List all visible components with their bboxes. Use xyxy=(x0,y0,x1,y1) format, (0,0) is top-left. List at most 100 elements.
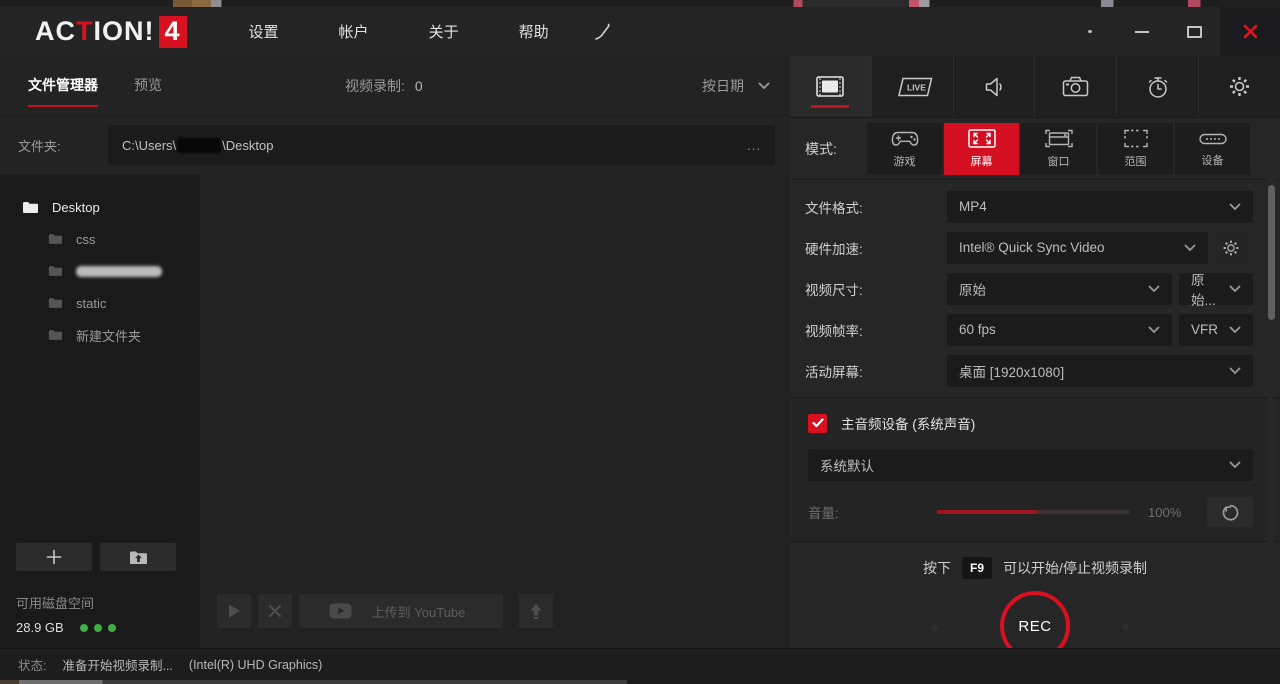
screen-icon xyxy=(967,128,997,149)
chevron-down-icon xyxy=(1148,326,1160,334)
file-format-select[interactable]: MP4 xyxy=(947,191,1253,223)
tab-live-streaming[interactable]: LIVE xyxy=(872,56,954,117)
menu-help[interactable]: 帮助 xyxy=(489,7,579,56)
tree-item-css[interactable]: css xyxy=(0,223,200,255)
left-dot xyxy=(931,624,938,631)
setting-row-video-size: 视频尺寸: 原始 原始... xyxy=(790,268,1280,309)
mode-window[interactable]: 窗口 xyxy=(1021,123,1096,175)
tab-screenshot[interactable] xyxy=(1035,56,1117,117)
tab-video-recording[interactable] xyxy=(790,56,872,117)
menu-about[interactable]: 关于 xyxy=(399,7,489,56)
playback-toolbar: 上传到 YouTube xyxy=(217,594,553,628)
gear-icon xyxy=(1222,239,1240,257)
video-size-select[interactable]: 原始 xyxy=(947,273,1172,305)
window-icon xyxy=(1044,128,1074,149)
folder-tree-panel: Desktop css static xyxy=(0,175,200,648)
active-screen-select[interactable]: 桌面 [1920x1080] xyxy=(947,355,1253,387)
menu-settings[interactable]: 设置 xyxy=(219,7,309,56)
path-suffix: \Desktop xyxy=(222,138,273,153)
mode-device[interactable]: 设备 xyxy=(1175,123,1250,175)
statusbar: 状态: 准备开始视频录制... (Intel(R) UHD Graphics) xyxy=(0,648,1280,680)
framerate-select[interactable]: 60 fps xyxy=(947,314,1172,346)
chevron-down-icon xyxy=(1229,461,1241,469)
mode-game[interactable]: 游戏 xyxy=(867,123,942,175)
volume-slider[interactable] xyxy=(937,510,1130,514)
disk-status-dots xyxy=(80,624,116,632)
volume-slider-fill xyxy=(937,510,1037,514)
upload-button[interactable] xyxy=(519,594,553,628)
mode-label: 模式: xyxy=(805,139,867,159)
setting-row-active-screen: 活动屏幕: 桌面 [1920x1080] xyxy=(790,350,1280,391)
close-icon[interactable] xyxy=(1220,7,1280,56)
chevron-down-icon xyxy=(1229,367,1241,375)
recordings-counter: 视频录制:0 xyxy=(345,76,423,96)
mode-region[interactable]: 范围 xyxy=(1098,123,1173,175)
plus-icon xyxy=(46,549,62,565)
tab-file-manager[interactable]: 文件管理器 xyxy=(28,75,98,97)
setting-row-framerate: 视频帧率: 60 fps VFR xyxy=(790,309,1280,350)
browse-folder-button[interactable]: ... xyxy=(747,138,761,153)
framerate-mode-select[interactable]: VFR xyxy=(1179,314,1253,346)
mode-screen[interactable]: 屏幕 xyxy=(944,123,1019,175)
video-size-secondary-select[interactable]: 原始... xyxy=(1179,273,1253,305)
app-logo: ACTION! 4 xyxy=(35,16,187,48)
add-folder-button[interactable] xyxy=(16,543,92,571)
status-label: 状态: xyxy=(18,655,46,674)
window-controls xyxy=(1064,7,1280,56)
open-folder-button[interactable] xyxy=(100,543,176,571)
audio-device-select[interactable]: 系统默认 xyxy=(808,449,1253,481)
tab-preview[interactable]: 预览 xyxy=(134,75,162,97)
folder-icon xyxy=(48,297,63,309)
panel-scrollbar[interactable] xyxy=(1268,120,1275,646)
recordings-count: 0 xyxy=(415,78,423,94)
region-icon xyxy=(1121,128,1151,149)
minimize-icon[interactable] xyxy=(1116,7,1168,56)
chevron-down-icon xyxy=(1229,285,1241,293)
tree-item-desktop[interactable]: Desktop xyxy=(0,191,200,223)
menu-account[interactable]: 帐户 xyxy=(309,7,399,56)
mode-row: 模式: 游戏 屏幕 窗口 范 xyxy=(790,118,1280,180)
tab-timer[interactable] xyxy=(1117,56,1199,117)
tree-item-redacted[interactable] xyxy=(0,255,200,287)
stopwatch-icon xyxy=(1146,75,1170,99)
titlebar: ACTION! 4 设置 帐户 关于 帮助 xyxy=(0,7,1280,56)
chevron-down-icon xyxy=(1229,326,1241,334)
play-button[interactable] xyxy=(217,594,251,628)
recorder-panel: LIVE 模式: xyxy=(790,56,1280,648)
volume-reset-button[interactable] xyxy=(1207,497,1253,527)
primary-audio-row: 主音频设备 (系统声音) xyxy=(790,410,1280,436)
file-manager-panel: 文件管理器 预览 视频录制:0 按日期 文件夹: C:\Users\\Deskt… xyxy=(0,56,790,648)
scrollbar-thumb[interactable] xyxy=(1268,185,1275,320)
tree-item-new-folder[interactable]: 新建文件夹 xyxy=(0,319,200,351)
upload-to-youtube-label: 上传到 YouTube xyxy=(352,602,485,621)
maximize-icon[interactable] xyxy=(1168,7,1220,56)
action-app-window: ACTION! 4 设置 帐户 关于 帮助 文件管理器 预览 xyxy=(0,0,1280,684)
tray-icon[interactable] xyxy=(1064,7,1116,56)
tab-recorder-settings[interactable] xyxy=(1199,56,1280,117)
chevron-down-icon xyxy=(1229,203,1241,211)
tab-audio-recording[interactable] xyxy=(954,56,1036,117)
audio-section: 主音频设备 (系统声音) 系统默认 音量: 100% xyxy=(790,397,1280,542)
hardware-acceleration-settings-button[interactable] xyxy=(1212,232,1250,264)
folder-path-input[interactable]: C:\Users\\Desktop ... xyxy=(108,125,775,165)
volume-row: 音量: 100% xyxy=(790,497,1280,527)
tree-item-static[interactable]: static xyxy=(0,287,200,319)
upload-to-youtube-button[interactable]: 上传到 YouTube xyxy=(299,594,503,628)
sort-by-date-select[interactable]: 按日期 xyxy=(702,76,770,96)
upload-icon xyxy=(528,603,544,620)
status-message: 准备开始视频录制... xyxy=(62,655,172,674)
desktop-background-sliver xyxy=(0,680,1280,684)
hardware-acceleration-select[interactable]: Intel® Quick Sync Video xyxy=(947,232,1208,264)
delete-button[interactable] xyxy=(258,594,292,628)
logo-text: AC xyxy=(35,16,76,47)
folder-tree: Desktop css static xyxy=(0,175,200,351)
primary-audio-checkbox[interactable] xyxy=(808,414,827,433)
primary-audio-label: 主音频设备 (系统声音) xyxy=(841,413,975,433)
gear-icon xyxy=(1228,75,1251,98)
logo-text: ION! xyxy=(94,16,155,47)
hotkey-key-badge: F9 xyxy=(962,557,992,579)
youtube-icon xyxy=(329,603,352,619)
file-list-area: 上传到 YouTube xyxy=(200,175,790,648)
film-icon xyxy=(816,76,844,97)
pen-icon[interactable] xyxy=(579,7,625,56)
